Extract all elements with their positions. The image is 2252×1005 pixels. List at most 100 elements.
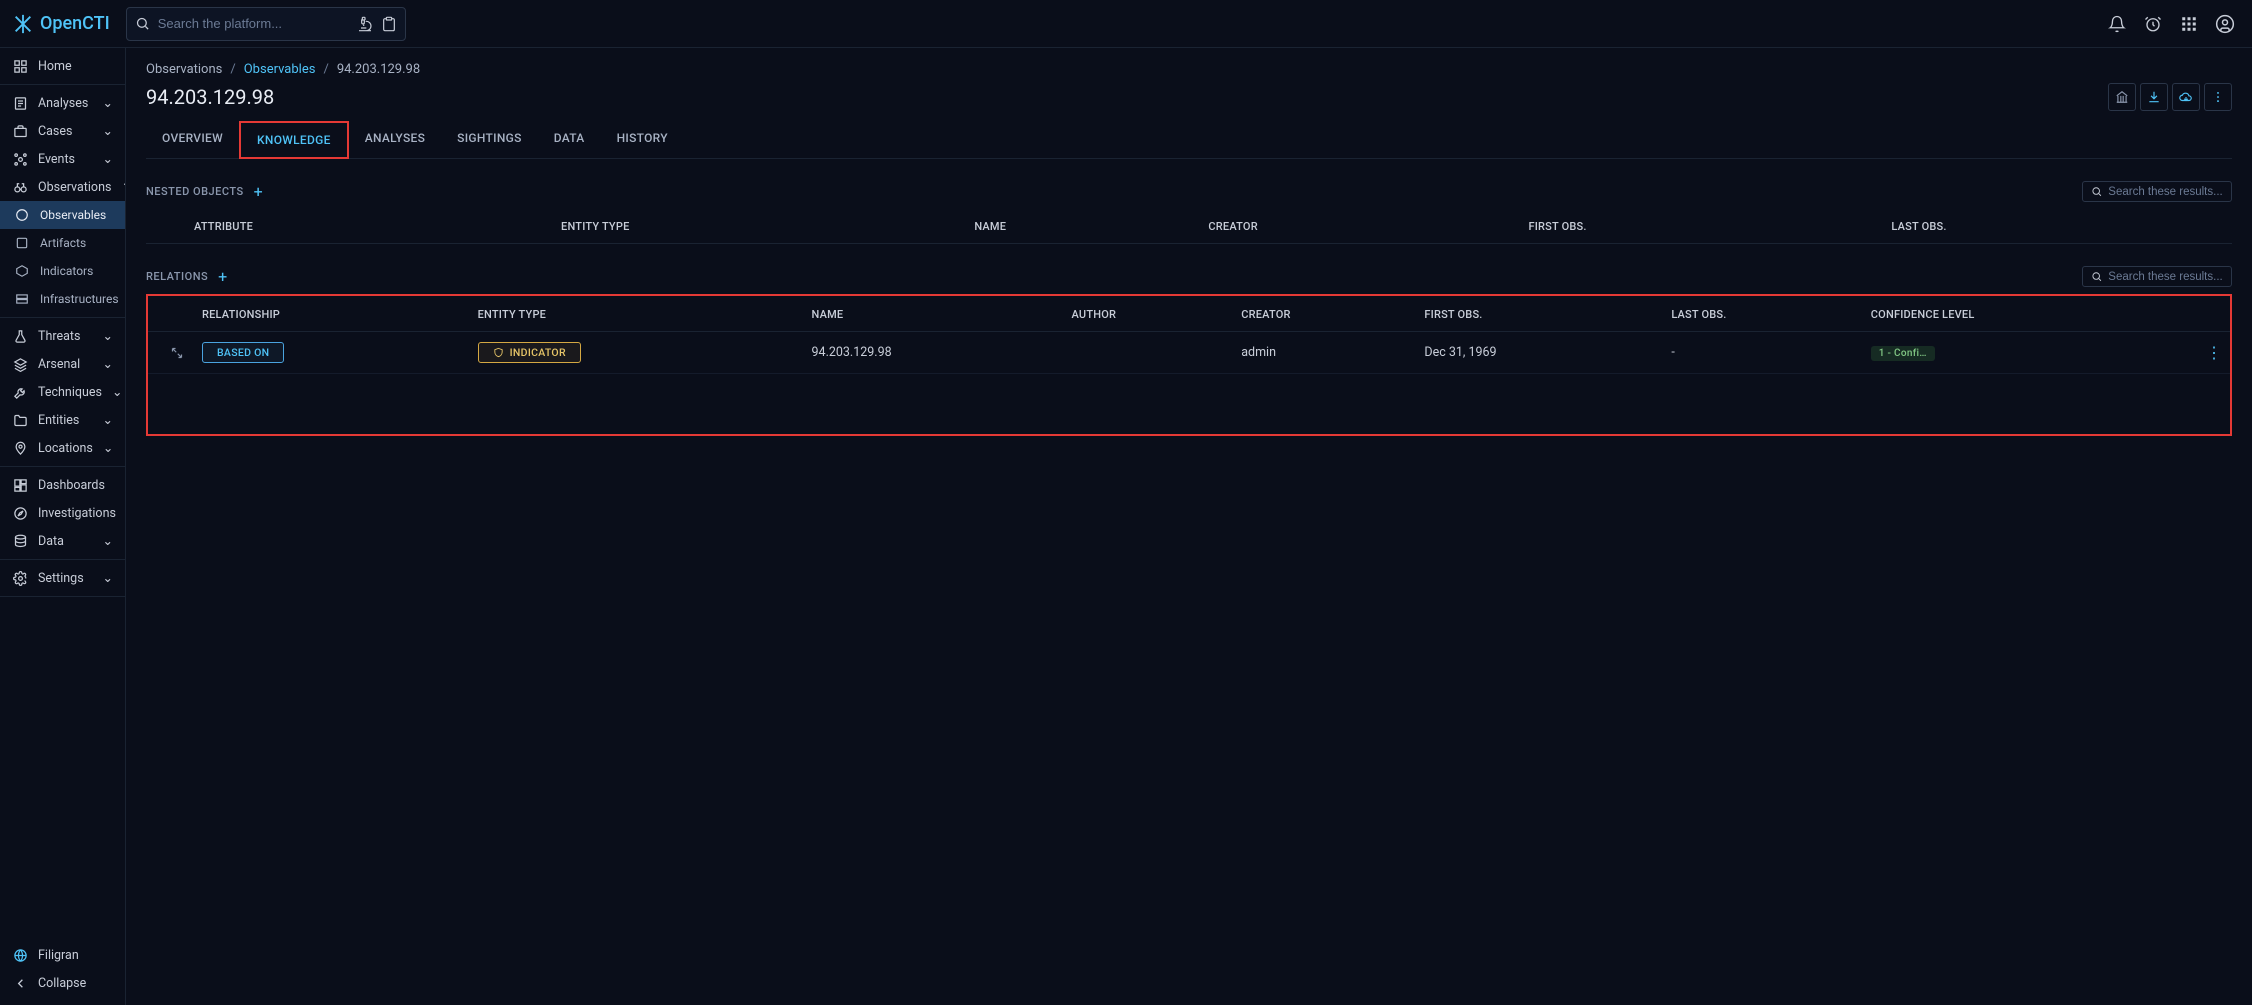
nav-settings[interactable]: Settings⌄: [0, 564, 125, 592]
relations-table: RELATIONSHIP ENTITY TYPE NAME AUTHOR CRE…: [148, 298, 2230, 374]
tab-data[interactable]: DATA: [538, 121, 601, 158]
bank-icon: [2115, 90, 2129, 104]
nav-data[interactable]: Data⌄: [0, 527, 125, 555]
relations-search[interactable]: [2082, 266, 2232, 287]
alarm-icon: [2144, 15, 2162, 33]
relation-icon: [168, 344, 186, 362]
search-icon: [135, 16, 150, 31]
tab-analyses[interactable]: ANALYSES: [349, 121, 441, 158]
nav-events[interactable]: Events⌄: [0, 145, 125, 173]
tabs: OVERVIEW KNOWLEDGE ANALYSES SIGHTINGS DA…: [146, 121, 2232, 159]
page-title: 94.203.129.98: [146, 85, 274, 109]
nav-observations[interactable]: Observations⌃: [0, 173, 125, 201]
grid-icon: [2180, 15, 2198, 33]
nested-title: NESTED OBJECTS: [146, 185, 244, 198]
col-author[interactable]: AUTHOR: [1064, 298, 1234, 332]
logo-icon: [12, 13, 34, 35]
download-icon: [2147, 90, 2161, 104]
cases-icon: [12, 123, 28, 139]
user-circle-icon: [2215, 14, 2235, 34]
nav-arsenal[interactable]: Arsenal⌄: [0, 350, 125, 378]
nav-filigran[interactable]: Filigran: [0, 941, 125, 969]
search-icon: [2091, 270, 2102, 283]
gear-icon: [12, 570, 28, 586]
analyses-icon: [12, 95, 28, 111]
chevron-down-icon: ⌄: [103, 328, 113, 344]
chevron-down-icon: ⌄: [103, 440, 113, 456]
nav-locations[interactable]: Locations⌄: [0, 434, 125, 462]
nav-home[interactable]: Home: [0, 52, 125, 80]
account-button[interactable]: [2210, 9, 2240, 39]
col-confidence[interactable]: CONFIDENCE LEVEL: [1863, 298, 2198, 332]
action-more[interactable]: [2204, 83, 2232, 111]
nav-artifacts[interactable]: Artifacts: [0, 229, 125, 257]
nav-techniques[interactable]: Techniques⌄: [0, 378, 125, 406]
col-entity-type[interactable]: ENTITY TYPE: [470, 298, 804, 332]
nav-observables[interactable]: Observables: [0, 201, 125, 229]
database-icon: [12, 533, 28, 549]
relations-title: RELATIONS: [146, 270, 208, 283]
nested-search-input[interactable]: [2108, 186, 2223, 198]
col-name[interactable]: NAME: [804, 298, 1064, 332]
search-input[interactable]: [158, 16, 349, 31]
nested-search[interactable]: [2082, 181, 2232, 202]
tab-knowledge[interactable]: KNOWLEDGE: [239, 121, 349, 159]
col-creator[interactable]: CREATOR: [1233, 298, 1416, 332]
folder-icon: [12, 412, 28, 428]
home-icon: [12, 58, 28, 74]
table-row[interactable]: BASED ON INDICATOR 94.203.129.98 admin D…: [148, 332, 2230, 374]
nav-entities[interactable]: Entities⌄: [0, 406, 125, 434]
col-first-obs[interactable]: FIRST OBS.: [1416, 298, 1663, 332]
row-menu-button[interactable]: ⋮: [2206, 343, 2222, 362]
dashboard-icon: [12, 477, 28, 493]
apps-button[interactable]: [2174, 9, 2204, 39]
action-download[interactable]: [2140, 83, 2168, 111]
global-search[interactable]: [126, 7, 406, 41]
breadcrumb-observations[interactable]: Observations: [146, 62, 222, 77]
chevron-down-icon: ⌄: [103, 151, 113, 167]
tab-sightings[interactable]: SIGHTINGS: [441, 121, 538, 158]
chevron-down-icon: ⌄: [103, 123, 113, 139]
alarm-button[interactable]: [2138, 9, 2168, 39]
flask-icon: [12, 328, 28, 344]
tools-icon: [12, 384, 28, 400]
relations-highlight: RELATIONSHIP ENTITY TYPE NAME AUTHOR CRE…: [146, 294, 2232, 436]
nav-cases[interactable]: Cases⌄: [0, 117, 125, 145]
microscope-icon[interactable]: [357, 16, 373, 32]
more-vert-icon: [2211, 90, 2225, 104]
nav-collapse[interactable]: Collapse: [0, 969, 125, 997]
col-last-obs[interactable]: LAST OBS.: [1883, 210, 2232, 244]
observable-icon: [14, 207, 30, 223]
col-creator[interactable]: CREATOR: [1200, 210, 1520, 244]
notifications-button[interactable]: [2102, 9, 2132, 39]
nav-investigations[interactable]: Investigations: [0, 499, 125, 527]
col-last-obs[interactable]: LAST OBS.: [1663, 298, 1862, 332]
col-name[interactable]: NAME: [966, 210, 1200, 244]
action-enrich[interactable]: [2108, 83, 2136, 111]
clipboard-icon[interactable]: [381, 16, 397, 32]
tab-overview[interactable]: OVERVIEW: [146, 121, 239, 158]
relations-search-input[interactable]: [2108, 271, 2223, 283]
col-relationship[interactable]: RELATIONSHIP: [194, 298, 470, 332]
pin-icon: [12, 440, 28, 456]
nav-dashboards[interactable]: Dashboards: [0, 471, 125, 499]
cell-last-obs: -: [1663, 332, 1862, 374]
col-attribute[interactable]: ATTRIBUTE: [186, 210, 553, 244]
indicator-icon: [14, 263, 30, 279]
breadcrumb-current: 94.203.129.98: [337, 62, 420, 77]
app-logo[interactable]: OpenCTI: [12, 13, 110, 35]
nav-infrastructures[interactable]: Infrastructures: [0, 285, 125, 313]
col-entity-type[interactable]: ENTITY TYPE: [553, 210, 966, 244]
action-cloud[interactable]: [2172, 83, 2200, 111]
nested-table: ATTRIBUTE ENTITY TYPE NAME CREATOR FIRST…: [146, 210, 2232, 244]
add-relation-button[interactable]: +: [218, 267, 227, 286]
nav-indicators[interactable]: Indicators: [0, 257, 125, 285]
chevron-down-icon: ⌄: [112, 384, 122, 400]
chevron-down-icon: ⌄: [103, 570, 113, 586]
add-nested-button[interactable]: +: [254, 182, 263, 201]
col-first-obs[interactable]: FIRST OBS.: [1520, 210, 1883, 244]
breadcrumb-observables[interactable]: Observables: [244, 62, 316, 77]
nav-analyses[interactable]: Analyses⌄: [0, 89, 125, 117]
tab-history[interactable]: HISTORY: [601, 121, 684, 158]
nav-threats[interactable]: Threats⌄: [0, 322, 125, 350]
